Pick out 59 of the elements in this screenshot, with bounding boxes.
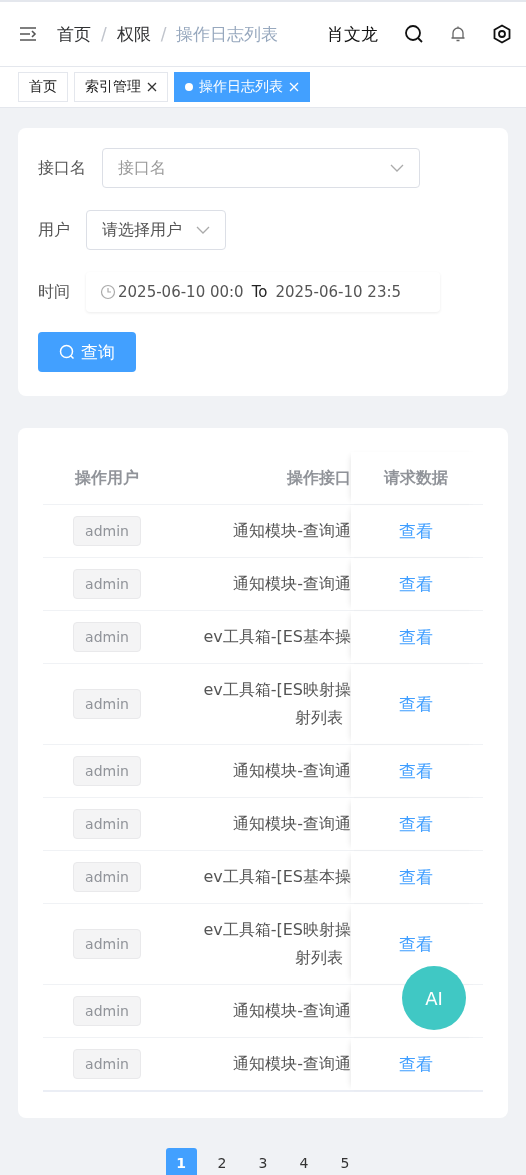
chevron-down-icon — [196, 226, 210, 234]
table-cell-text: 通知模块-查询通 — [233, 1053, 351, 1075]
table-cell-text: 通知模块-查询通 — [233, 520, 351, 542]
field-label: 接口名 — [38, 157, 86, 179]
tab[interactable]: 操作日志列表 — [174, 72, 310, 102]
view-link[interactable]: 查看 — [398, 1052, 433, 1076]
field-label: 时间 — [38, 281, 70, 303]
select-field[interactable]: 请选择用户 — [86, 210, 226, 250]
settings-icon[interactable] — [492, 24, 512, 44]
user-tag: admin — [73, 756, 141, 786]
view-link[interactable]: 查看 — [398, 812, 433, 836]
view-link[interactable]: 查看 — [398, 865, 433, 889]
table-cell-text: ev工具箱-[ES映射操 射列表 — [203, 679, 351, 729]
breadcrumb-item[interactable]: 权限 — [116, 22, 151, 46]
user-tag: admin — [73, 862, 141, 892]
column-header: 操作用户 — [73, 466, 140, 489]
user-tag: admin — [73, 809, 141, 839]
clock-icon — [100, 284, 116, 300]
view-link[interactable]: 查看 — [398, 692, 433, 716]
field-label: 用户 — [38, 219, 70, 241]
search-icon[interactable] — [404, 24, 424, 44]
menu-fold-icon[interactable] — [19, 27, 37, 41]
table-cell-text: 通知模块-查询通 — [233, 1000, 351, 1022]
page-button[interactable]: 1 — [165, 1148, 197, 1175]
table-cell-text: 通知模块-查询通 — [233, 760, 351, 782]
user-tag: admin — [73, 622, 141, 652]
table-cell-text: ev工具箱-[ES基本操 — [203, 866, 351, 888]
chevron-down-icon — [390, 164, 404, 172]
search-icon — [59, 344, 75, 360]
breadcrumb-separator: / — [160, 24, 167, 44]
view-link[interactable]: 查看 — [398, 572, 433, 596]
table-cell-text: 通知模块-查询通 — [233, 813, 351, 835]
tab[interactable]: 首页 — [18, 72, 68, 102]
view-link[interactable]: 查看 — [398, 625, 433, 649]
user-tag: admin — [73, 929, 141, 959]
breadcrumb-separator: / — [101, 24, 107, 44]
table-cell-text: 通知模块-查询通 — [233, 573, 351, 595]
tab[interactable]: 索引管理 — [74, 72, 168, 102]
select-field[interactable]: 接口名 — [102, 148, 420, 188]
table-cell-text: ev工具箱-[ES基本操 — [203, 626, 351, 648]
column-header: 请求数据 — [351, 452, 480, 504]
breadcrumb-item: 操作日志列表 — [176, 22, 279, 46]
date-range-field[interactable]: 2025-06-10 00:0 To 2025-06-10 23:5 — [86, 272, 440, 312]
user-tag: admin — [73, 569, 141, 599]
view-link[interactable]: 查看 — [398, 519, 433, 543]
column-header: 操作接口 — [285, 466, 351, 489]
close-icon[interactable] — [147, 82, 157, 92]
user-tag: admin — [73, 516, 141, 546]
table-cell-text: ev工具箱-[ES映射操 射列表 — [203, 919, 351, 969]
search-button[interactable]: 查询 — [38, 332, 136, 372]
user-tag: admin — [73, 996, 141, 1026]
view-link[interactable]: 查看 — [398, 759, 433, 783]
view-link[interactable]: 查看 — [398, 932, 433, 956]
user-tag: admin — [73, 689, 141, 719]
breadcrumb-item[interactable]: 首页 — [57, 22, 91, 46]
bell-icon[interactable] — [449, 25, 467, 43]
user-tag: admin — [73, 1049, 141, 1079]
user-name[interactable]: 肖文龙 — [327, 22, 378, 46]
dot-icon — [185, 83, 193, 91]
